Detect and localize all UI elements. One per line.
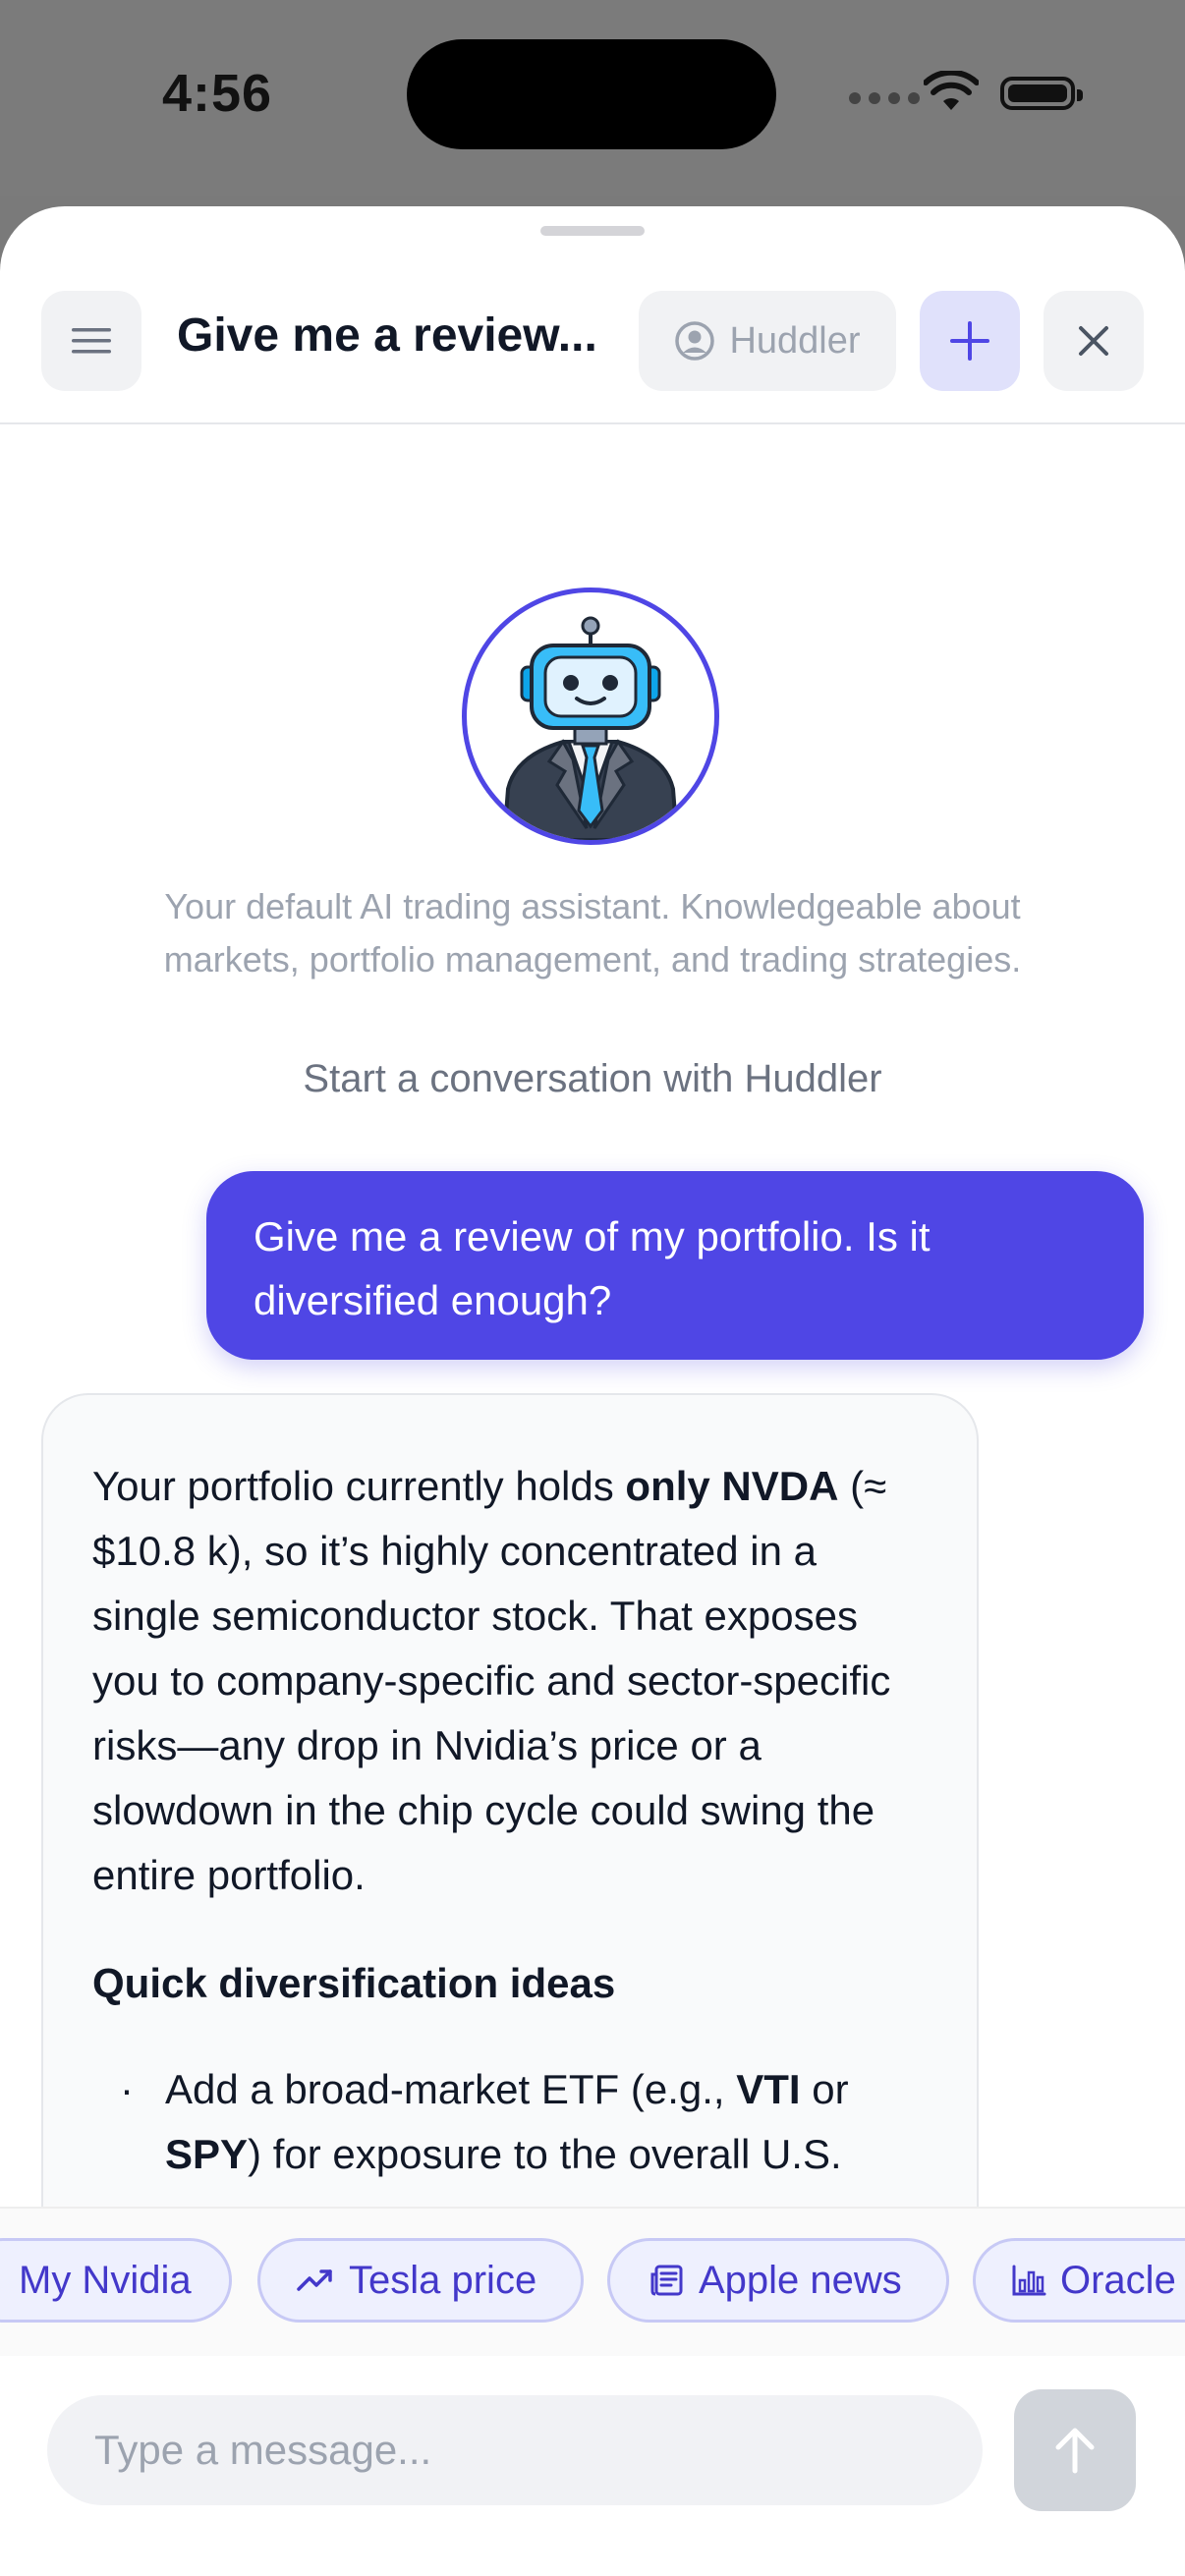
assistant-text: (≈ $10.8 k), so it’s highly concentrated… <box>92 1463 891 1898</box>
robot-avatar-icon <box>501 616 680 840</box>
arrow-up-icon <box>1055 2428 1095 2474</box>
user-message-text: Give me a review of my portfolio. Is it … <box>254 1213 931 1323</box>
assistant-list: Add a broad-market ETF (e.g., VTI or SPY… <box>92 2057 928 2187</box>
list-item-bold: SPY <box>165 2131 249 2177</box>
suggestion-chips: My Nvidia Tesla price Apple news Oracle <box>0 2207 1185 2358</box>
list-item-text: or <box>800 2066 849 2112</box>
battery-icon <box>1000 77 1083 110</box>
assistant-text: Your portfolio currently holds <box>92 1463 626 1509</box>
suggestion-chip-tesla-price[interactable]: Tesla price <box>257 2238 584 2323</box>
assistant-avatar <box>462 588 719 845</box>
agent-selector-button[interactable]: Huddler <box>639 291 896 391</box>
assistant-paragraph: Your portfolio currently holds only NVDA… <box>92 1454 928 1908</box>
close-button[interactable] <box>1044 291 1144 391</box>
plus-icon <box>950 321 989 361</box>
status-time: 4:56 <box>162 64 273 123</box>
list-item-text: Add a broad-market ETF (e.g., <box>165 2066 737 2112</box>
user-message-bubble: Give me a review of my portfolio. Is it … <box>206 1171 1144 1360</box>
list-item-bold: VTI <box>736 2066 801 2112</box>
chip-label: Tesla price <box>349 2258 537 2302</box>
composer <box>0 2356 1185 2576</box>
chat-header: Give me a review... Huddler <box>0 206 1185 424</box>
list-item-text: ) for exposure to the overall U.S. <box>248 2131 842 2177</box>
cellular-signal-icon <box>849 92 920 104</box>
start-conversation-text: Start a conversation with Huddler <box>303 1057 882 1100</box>
assistant-bold-text: only NVDA <box>625 1463 839 1509</box>
dynamic-island <box>407 39 776 149</box>
assistant-description: Your default AI trading assistant. Knowl… <box>163 886 1022 980</box>
suggestion-chip-my-nvidia[interactable]: My Nvidia <box>0 2238 232 2323</box>
hamburger-icon <box>72 328 111 354</box>
chip-label: My Nvidia <box>19 2258 192 2302</box>
user-circle-icon <box>675 321 715 361</box>
newspaper-icon <box>650 2265 683 2296</box>
new-chat-button[interactable] <box>920 291 1020 391</box>
trend-up-icon <box>297 2269 332 2291</box>
chat-sheet: Give me a review... Huddler Your default… <box>0 206 1185 2576</box>
send-button[interactable] <box>1014 2389 1136 2511</box>
agent-label: Huddler <box>729 319 861 362</box>
status-bar: 4:56 <box>0 0 1185 196</box>
chat-title: Give me a review... <box>177 309 597 362</box>
bar-chart-icon <box>1012 2265 1046 2296</box>
suggestion-chip-oracle[interactable]: Oracle <box>973 2238 1185 2323</box>
chip-label: Oracle <box>1060 2258 1176 2302</box>
message-input[interactable] <box>47 2395 983 2505</box>
wifi-icon <box>924 71 979 110</box>
chip-label: Apple news <box>699 2258 902 2302</box>
menu-button[interactable] <box>41 291 141 391</box>
close-icon <box>1079 326 1108 356</box>
list-item: Add a broad-market ETF (e.g., VTI or SPY… <box>92 2057 928 2187</box>
assistant-heading: Quick diversification ideas <box>92 1960 616 2006</box>
suggestion-chip-apple-news[interactable]: Apple news <box>607 2238 949 2323</box>
